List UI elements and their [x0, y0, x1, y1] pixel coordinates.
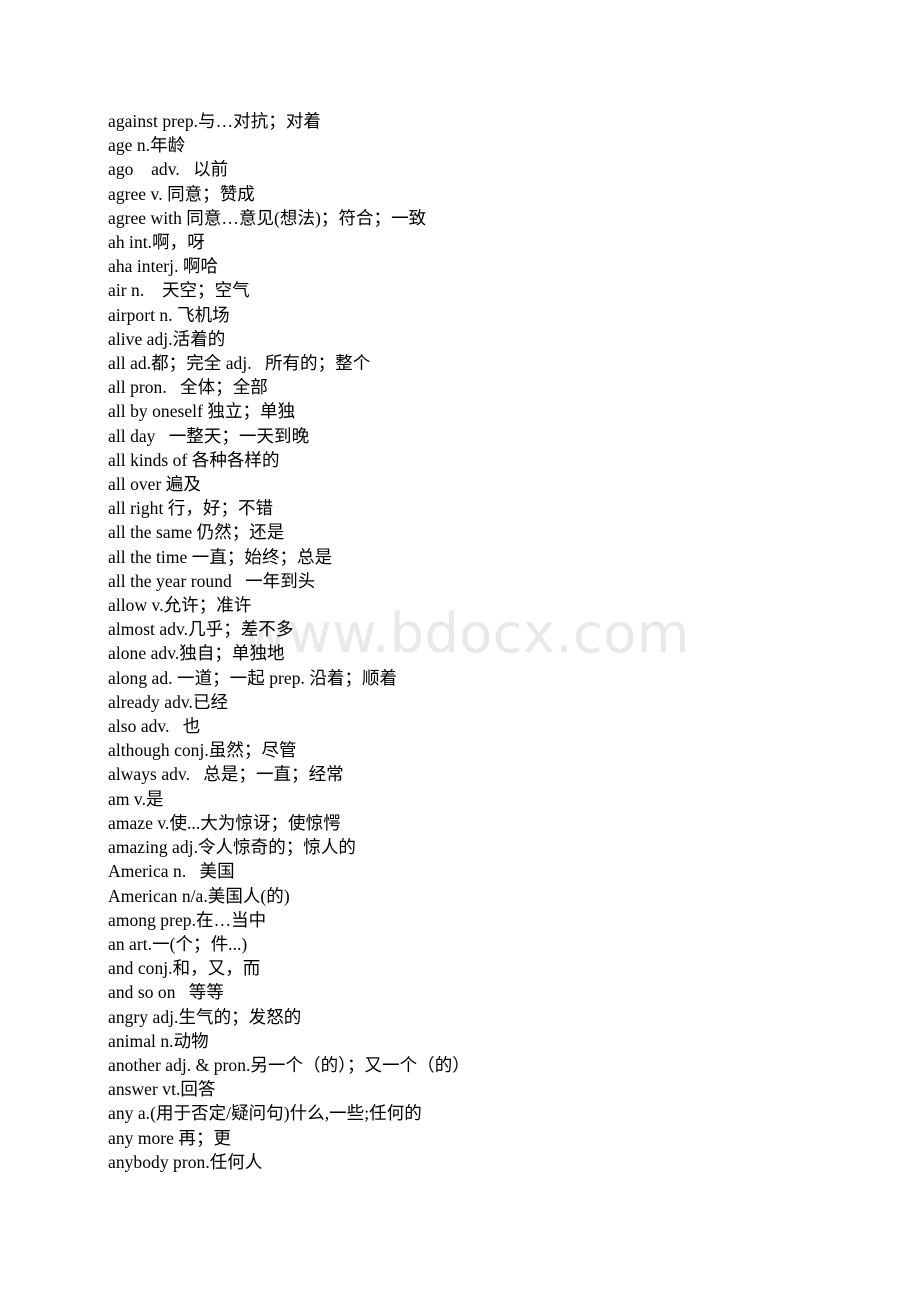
vocabulary-entry: air n. 天空；空气: [108, 280, 250, 301]
vocabulary-entry: am v.是: [108, 788, 164, 809]
vocabulary-entry: all ad.都；完全 adj. 所有的；整个: [108, 353, 371, 374]
vocabulary-entry: age n.年龄: [108, 135, 186, 156]
vocabulary-entry: amaze v.使...大为惊讶；使惊愕: [108, 812, 341, 833]
vocabulary-entry: all the year round 一年到头: [108, 570, 316, 591]
vocabulary-entry: all the time 一直；始终；总是: [108, 546, 333, 567]
vocabulary-entry: agree v. 同意；赞成: [108, 183, 255, 204]
vocabulary-entry: all kinds of 各种各样的: [108, 449, 280, 470]
vocabulary-entry: although conj.虽然；尽管: [108, 740, 297, 761]
vocabulary-entry: any a.(用于否定/疑问句)什么,一些;任何的: [108, 1103, 422, 1124]
vocabulary-entry: all pron. 全体；全部: [108, 377, 268, 398]
vocabulary-entry: also adv. 也: [108, 716, 201, 737]
vocabulary-entry: ago adv. 以前: [108, 159, 229, 180]
vocabulary-entry: among prep.在…当中: [108, 909, 267, 930]
vocabulary-entry: allow v.允许；准许: [108, 595, 252, 616]
vocabulary-entry: alone adv.独自；单独地: [108, 643, 285, 664]
vocabulary-entry: already adv.已经: [108, 691, 229, 712]
vocabulary-entry: American n/a.美国人(的): [108, 885, 290, 906]
document-page: www.bdocx.com against prep.与…对抗；对着 age n…: [0, 0, 920, 1302]
vocabulary-entry: along ad. 一道；一起 prep. 沿着；顺着: [108, 667, 398, 688]
vocabulary-entry: all day 一整天；一天到晚: [108, 425, 310, 446]
vocabulary-entry: always adv. 总是；一直；经常: [108, 764, 344, 785]
vocabulary-entry: and conj.和，又，而: [108, 958, 261, 979]
vocabulary-entry: aha interj. 啊哈: [108, 256, 219, 277]
vocabulary-entry: angry adj.生气的；发怒的: [108, 1006, 302, 1027]
vocabulary-entry: almost adv.几乎；差不多: [108, 619, 294, 640]
vocabulary-entry: any more 再；更: [108, 1127, 232, 1148]
vocabulary-entry: America n. 美国: [108, 861, 235, 882]
vocabulary-entry: anybody pron.任何人: [108, 1151, 263, 1172]
vocabulary-entry: airport n. 飞机场: [108, 304, 230, 325]
vocabulary-entry: another adj. & pron.另一个（的）；又一个（的）: [108, 1054, 470, 1075]
vocabulary-entry: all by oneself 独立；单独: [108, 401, 296, 422]
vocabulary-entry: alive adj.活着的: [108, 328, 226, 349]
vocabulary-entry: answer vt.回答: [108, 1079, 216, 1100]
vocabulary-entry-list: against prep.与…对抗；对着 age n.年龄 ago adv. 以…: [108, 109, 868, 1174]
vocabulary-entry: amazing adj.令人惊奇的；惊人的: [108, 837, 356, 858]
vocabulary-entry: all right 行，好；不错: [108, 498, 274, 519]
vocabulary-entry: all over 遍及: [108, 474, 201, 495]
vocabulary-entry: all the same 仍然；还是: [108, 522, 285, 543]
vocabulary-entry: against prep.与…对抗；对着: [108, 111, 321, 131]
vocabulary-entry: animal n.动物: [108, 1030, 209, 1051]
vocabulary-entry: ah int.啊，呀: [108, 232, 205, 253]
vocabulary-entry: and so on 等等: [108, 982, 224, 1003]
vocabulary-entry: agree with 同意…意见(想法)；符合；一致: [108, 207, 427, 228]
vocabulary-entry: an art.一(个；件...): [108, 933, 248, 954]
